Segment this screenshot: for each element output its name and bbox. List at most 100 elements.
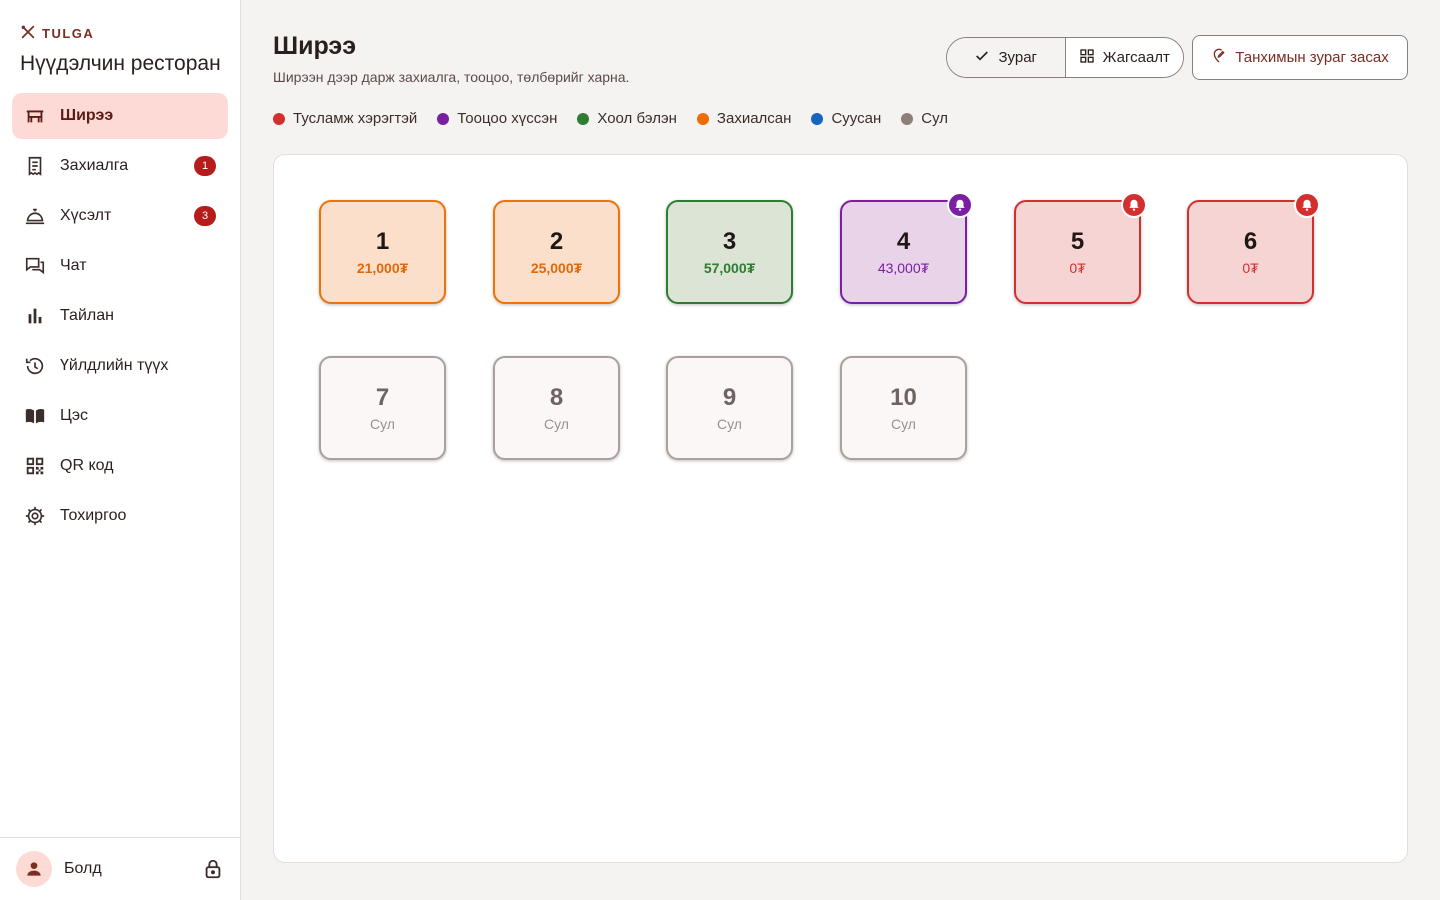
legend-dot (577, 112, 590, 125)
cloche-icon (24, 205, 46, 227)
orders-count-badge: 1 (194, 156, 216, 176)
sidebar-item-qr[interactable]: QR код (12, 443, 228, 489)
restaurant-name: Нүүдэлчин ресторан (20, 52, 221, 75)
legend-item-free: Сул (901, 110, 948, 127)
table-number: 4 (896, 228, 911, 255)
sidebar-item-label: Цэс (60, 407, 88, 424)
table-number: 9 (722, 384, 737, 411)
table-amount: 0₮ (1069, 260, 1086, 276)
table-card[interactable]: 7 Сул (319, 356, 446, 460)
table-card[interactable]: 3 57,000₮ (666, 200, 793, 304)
brand-name: TULGA (42, 26, 95, 41)
table-number: 6 (1243, 228, 1258, 255)
table-card[interactable]: 4 43,000₮ (840, 192, 973, 304)
bar-chart-icon (24, 305, 46, 327)
sidebar-item-history[interactable]: Үйлдлийн түүх (12, 343, 228, 389)
sidebar-item-orders[interactable]: Захиалга 1 (12, 143, 228, 189)
bell-icon (1121, 192, 1147, 218)
sidebar-item-reports[interactable]: Тайлан (12, 293, 228, 339)
table-number: 5 (1070, 228, 1085, 255)
table-amount: 25,000₮ (530, 260, 583, 276)
table-card[interactable]: 6 0₮ (1187, 192, 1320, 304)
bell-icon (1294, 192, 1320, 218)
menu-book-icon (24, 405, 46, 427)
sidebar-item-chat[interactable]: Чат (12, 243, 228, 289)
legend-item-seated: Суусан (811, 110, 881, 127)
sidebar-item-label: Үйлдлийн түүх (60, 357, 169, 374)
user-name: Болд (64, 860, 102, 877)
sidebar-item-label: Ширээ (60, 107, 114, 124)
table-amount: 21,000₮ (356, 260, 409, 276)
table-amount: Сул (370, 416, 395, 432)
table-amount: Сул (717, 416, 742, 432)
lock-icon[interactable] (202, 858, 224, 880)
legend-label: Хоол бэлэн (597, 110, 677, 127)
legend-item-help: Тусламж хэрэгтэй (273, 110, 417, 127)
table-card[interactable]: 5 0₮ (1014, 192, 1147, 304)
table-number: 8 (549, 384, 564, 411)
table-icon (24, 105, 46, 127)
check-icon (974, 48, 990, 68)
legend-item-ready: Хоол бэлэн (577, 110, 677, 127)
table-card[interactable]: 9 Сул (666, 356, 793, 460)
legend-label: Тооцоо хүссэн (457, 110, 558, 127)
sidebar-item-label: Чат (60, 257, 87, 274)
table-number: 3 (722, 228, 737, 255)
sidebar-item-requests[interactable]: Хүсэлт 3 (12, 193, 228, 239)
legend-label: Тусламж хэрэгтэй (293, 110, 418, 127)
legend-dot (901, 112, 914, 125)
view-list-label: Жагсаалт (1102, 49, 1170, 66)
table-amount: 43,000₮ (877, 260, 930, 276)
table-card[interactable]: 2 25,000₮ (493, 200, 620, 304)
legend-label: Захиалсан (716, 110, 792, 127)
legend-item-bill: Тооцоо хүссэн (437, 110, 557, 127)
page-title: Ширээ (273, 32, 357, 60)
person-icon (27, 862, 41, 876)
sidebar-item-label: Хүсэлт (60, 207, 112, 224)
edit-floor-map-button[interactable]: Танхимын зураг засах (1192, 35, 1408, 80)
sidebar: TULGA Нүүдэлчин ресторан Ширээ Захиалга … (0, 0, 241, 900)
requests-count-badge: 3 (194, 206, 216, 226)
sidebar-item-label: Тайлан (60, 307, 114, 324)
chat-icon (24, 255, 46, 277)
brand-logo: TULGA (20, 24, 94, 43)
qr-code-icon (24, 455, 46, 477)
sidebar-item-settings[interactable]: Тохиргоо (12, 493, 228, 539)
table-amount: 57,000₮ (703, 260, 756, 276)
page-subtitle: Ширээн дээр дарж захиалга, тооцоо, төлбө… (273, 69, 630, 85)
table-card[interactable]: 1 21,000₮ (319, 200, 446, 304)
legend-dot (273, 112, 285, 125)
bell-icon (947, 192, 973, 218)
avatar[interactable] (16, 851, 52, 887)
table-amount: 0₮ (1242, 260, 1259, 276)
sidebar-item-menu[interactable]: Цэс (12, 393, 228, 439)
edit-location-icon (1211, 48, 1227, 68)
utensils-icon (20, 24, 36, 43)
table-amount: Сул (544, 416, 569, 432)
sidebar-item-tables[interactable]: Ширээ (12, 93, 228, 139)
table-number: 7 (375, 384, 390, 411)
legend-label: Суусан (831, 110, 882, 127)
receipt-icon (24, 155, 46, 177)
table-amount: Сул (891, 416, 916, 432)
legend-dot (811, 112, 824, 125)
view-map-button[interactable]: Зураг (947, 38, 1065, 77)
legend-dot (696, 112, 709, 125)
status-legend: Тусламж хэрэгтэй Тооцоо хүссэн Хоол бэлэ… (273, 110, 948, 127)
table-number: 2 (549, 228, 564, 255)
sidebar-item-label: Захиалга (60, 157, 129, 174)
sidebar-item-label: QR код (60, 457, 114, 474)
legend-label: Сул (921, 110, 948, 127)
user-bar: Болд (0, 837, 240, 900)
history-icon (24, 355, 46, 377)
table-card[interactable]: 8 Сул (493, 356, 620, 460)
legend-dot (437, 112, 450, 125)
view-toggle: Зураг Жагсаалт (946, 37, 1184, 78)
table-number: 1 (375, 228, 390, 255)
table-number: 10 (890, 384, 917, 411)
table-card[interactable]: 10 Сул (840, 356, 967, 460)
view-list-button[interactable]: Жагсаалт (1064, 38, 1183, 77)
floor-map: 1 21,000₮ 2 25,000₮ 3 57,000₮ 4 43,000₮ … (273, 154, 1408, 863)
grid-icon (1079, 48, 1095, 68)
view-map-label: Зураг (998, 49, 1038, 66)
